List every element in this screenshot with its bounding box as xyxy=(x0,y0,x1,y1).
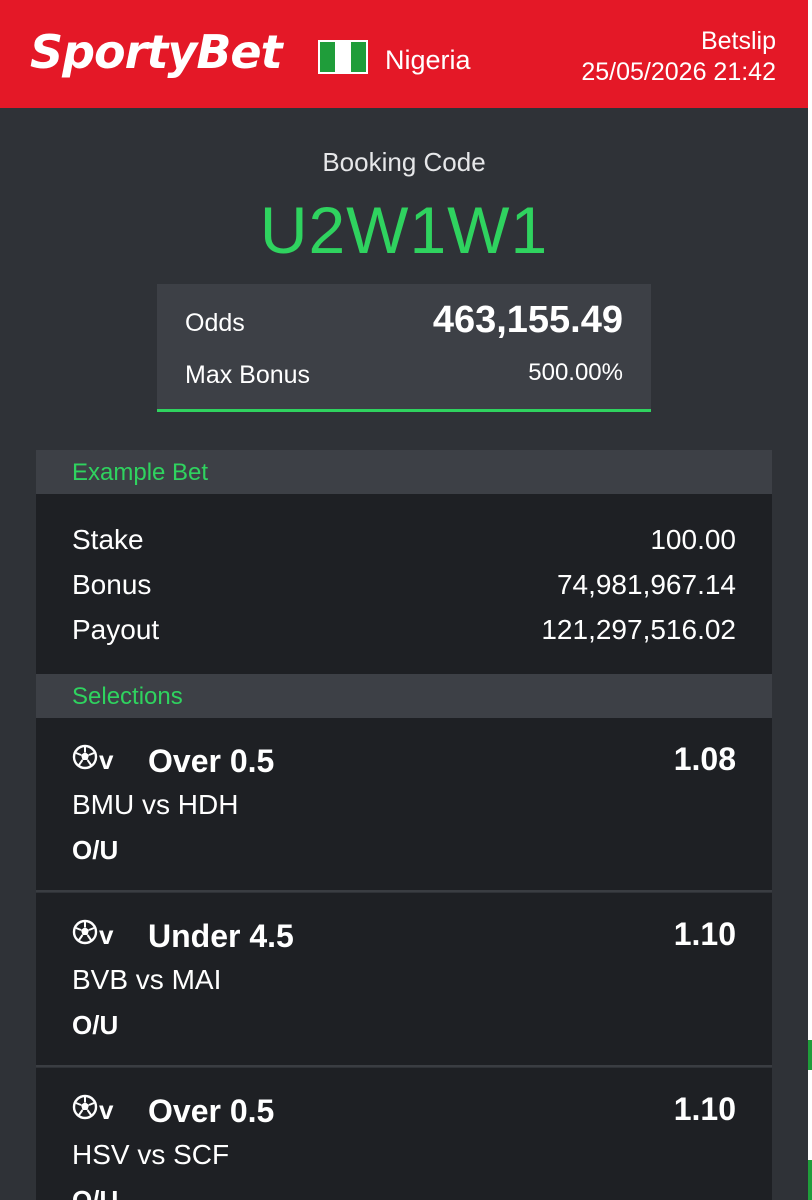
example-bet-panel: Stake 100.00 Bonus 74,981,967.14 Payout … xyxy=(36,494,772,674)
virtual-badge: v xyxy=(99,920,114,950)
example-bet-header: Example Bet xyxy=(36,450,772,494)
selection-match: BVB vs MAI xyxy=(72,964,222,995)
betslip-page: SportyBet Nigeria Betslip 25/05/2026 21:… xyxy=(0,0,812,1200)
odds-label: Odds xyxy=(185,309,245,337)
soccer-ball-icon xyxy=(72,744,98,770)
selection-pick: Over 0.5 xyxy=(148,1093,275,1129)
stake-row: Stake 100.00 xyxy=(72,522,736,558)
virtual-badge: v xyxy=(99,745,114,775)
nigeria-flag-icon xyxy=(318,40,368,74)
selection-market: O/U xyxy=(72,1185,119,1200)
screen-edge xyxy=(808,0,812,1200)
booking-code-label: Booking Code xyxy=(322,147,486,177)
selection-item[interactable]: v Over 0.5 1.10 HSV vs SCF O/U xyxy=(36,1068,772,1200)
booking-code[interactable]: U2W1W1 xyxy=(0,190,808,270)
selections-header: Selections xyxy=(36,674,772,718)
betslip-title: Betslip xyxy=(700,27,776,55)
virtual-badge: v xyxy=(99,1095,114,1125)
selection-match: BMU vs HDH xyxy=(72,789,239,820)
bonus-label: Bonus xyxy=(72,569,152,600)
bonus-row: Bonus 74,981,967.14 xyxy=(72,567,736,603)
soccer-ball-icon xyxy=(72,1094,98,1120)
betslip-body: Booking Code U2W1W1 Odds 463,155.49 Max … xyxy=(0,108,808,1200)
max-bonus-label: Max Bonus xyxy=(185,361,311,389)
selection-odds: 1.10 xyxy=(673,1091,736,1127)
brand-logo[interactable]: SportyBet xyxy=(30,26,283,78)
selections-title: Selections xyxy=(72,683,183,710)
bonus-value: 74,981,967.14 xyxy=(556,569,736,600)
stake-label: Stake xyxy=(72,524,144,555)
country-label: Nigeria xyxy=(385,45,471,75)
selection-market: O/U xyxy=(72,835,119,865)
selection-market: O/U xyxy=(72,1010,119,1040)
selection-odds: 1.08 xyxy=(673,741,736,777)
soccer-ball-icon xyxy=(72,919,98,945)
total-odds-value: 463,155.49 xyxy=(432,299,623,341)
selection-match: HSV vs SCF xyxy=(72,1139,230,1170)
odds-summary-box: Odds 463,155.49 Max Bonus 500.00% xyxy=(157,284,651,412)
betslip-datetime: 25/05/2026 21:42 xyxy=(581,58,776,86)
header-info: Betslip 25/05/2026 21:42 xyxy=(581,26,776,88)
selection-pick: Over 0.5 xyxy=(148,743,275,779)
selection-odds: 1.10 xyxy=(673,916,736,952)
app-header: SportyBet Nigeria Betslip 25/05/2026 21:… xyxy=(0,0,808,108)
selection-pick: Under 4.5 xyxy=(148,918,294,954)
selection-item[interactable]: v Under 4.5 1.10 BVB vs MAI O/U xyxy=(36,893,772,1067)
payout-label: Payout xyxy=(72,614,160,645)
selection-item[interactable]: v Over 0.5 1.08 BMU vs HDH O/U xyxy=(36,718,772,892)
max-bonus-value: 500.00% xyxy=(528,359,623,386)
payout-row: Payout 121,297,516.02 xyxy=(72,612,736,648)
payout-value: 121,297,516.02 xyxy=(541,614,736,645)
example-bet-title: Example Bet xyxy=(72,459,209,486)
stake-value: 100.00 xyxy=(650,524,736,555)
